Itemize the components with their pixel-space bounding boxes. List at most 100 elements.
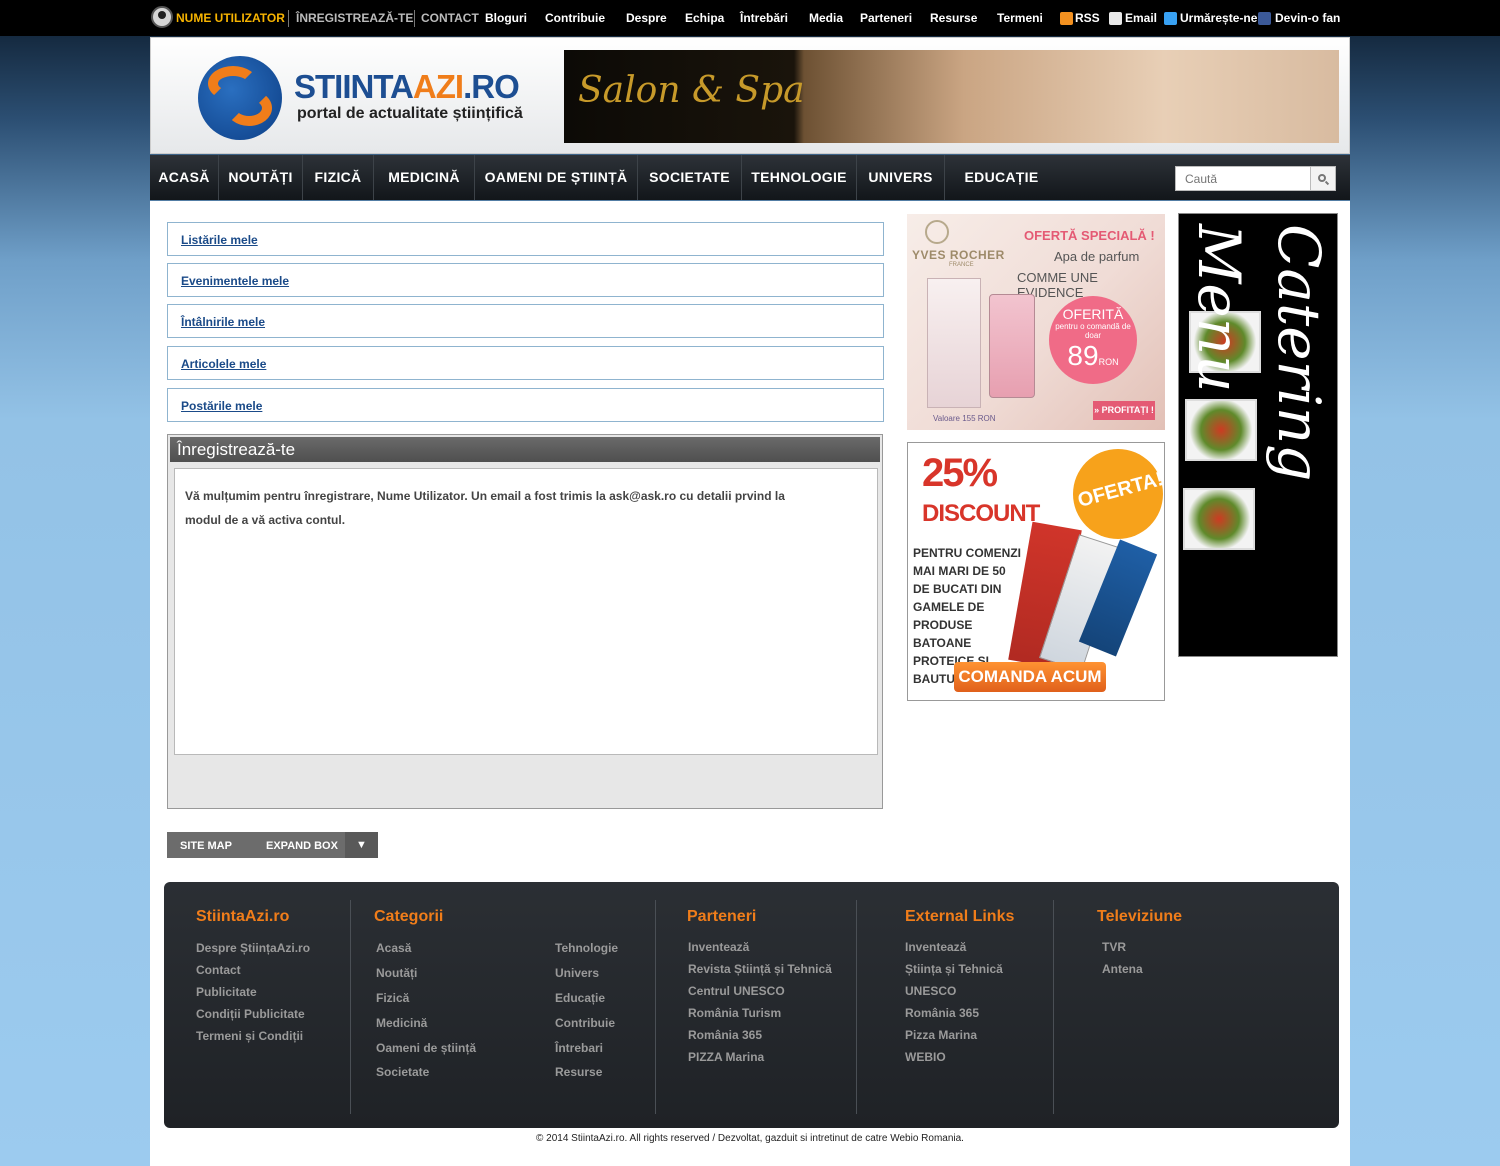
footer-link[interactable]: TVR — [1102, 940, 1126, 954]
top-link-intrebari[interactable]: Întrebări — [740, 11, 788, 25]
site-tagline: portal de actualitate științifică — [297, 105, 523, 122]
register-link[interactable]: ÎNREGISTREAZĂ-TE — [296, 11, 413, 25]
top-link-bloguri[interactable]: Bloguri — [485, 11, 527, 25]
footer-title-parteneri: Parteneri — [687, 908, 757, 925]
my-events-link[interactable]: Evenimentele mele — [181, 274, 289, 288]
search-input[interactable] — [1175, 166, 1311, 191]
footer-link[interactable]: Centrul UNESCO — [688, 984, 785, 998]
site-map-link[interactable]: SITE MAP — [180, 840, 232, 852]
footer-link[interactable]: Fizică — [376, 991, 409, 1005]
footer-link[interactable]: WEBIO — [905, 1050, 946, 1064]
footer-divider — [1053, 900, 1054, 1114]
footer-link[interactable]: PIZZA Marina — [688, 1050, 764, 1064]
footer-link[interactable]: Revista Știință și Tehnică — [688, 962, 832, 976]
my-meetings-box: Întâlnirile mele — [167, 304, 884, 338]
expand-arrow-icon[interactable]: ▼ — [345, 832, 378, 858]
footer-link[interactable]: Contribuie — [555, 1016, 615, 1030]
top-link-despre[interactable]: Despre — [626, 11, 667, 25]
user-avatar-icon[interactable] — [151, 6, 173, 28]
nav-item-univers[interactable]: UNIVERS — [857, 155, 945, 200]
footer-link[interactable]: Acasă — [376, 941, 411, 955]
footer-link[interactable]: Medicină — [376, 1016, 427, 1030]
footer-title-external-links: External Links — [905, 908, 1015, 925]
order-now-button[interactable]: COMANDA ACUM — [954, 662, 1106, 692]
top-link-media[interactable]: Media — [809, 11, 843, 25]
nav-item-oameni-de-stiinta[interactable]: OAMENI DE ȘTIINȚĂ — [475, 155, 638, 200]
nav-item-fizica[interactable]: FIZICĂ — [303, 155, 374, 200]
my-meetings-link[interactable]: Întâlnirile mele — [181, 315, 265, 329]
footer-link[interactable]: Oameni de știință — [376, 1041, 476, 1055]
top-link-echipa[interactable]: Echipa — [685, 11, 724, 25]
email-link[interactable]: Email — [1125, 11, 1157, 25]
top-link-resurse[interactable]: Resurse — [930, 11, 977, 25]
register-panel: Înregistrează-te Vă mulțumim pentru înre… — [167, 434, 883, 809]
divider — [414, 10, 415, 27]
footer-link[interactable]: Contact — [196, 963, 241, 977]
footer-link[interactable]: Antena — [1102, 962, 1143, 976]
copyright-text: © 2014 StiintaAzi.ro. All rights reserve… — [536, 1133, 964, 1144]
rss-link[interactable]: RSS — [1075, 11, 1100, 25]
footer-link[interactable]: Univers — [555, 966, 599, 980]
top-link-parteneri[interactable]: Parteneri — [860, 11, 912, 25]
footer-link[interactable]: UNESCO — [905, 984, 956, 998]
footer-link[interactable]: Noutăți — [376, 966, 417, 980]
follow-link[interactable]: Urmărește-ne — [1180, 11, 1257, 25]
search-button[interactable] — [1311, 166, 1336, 191]
twitter-icon[interactable] — [1164, 12, 1177, 25]
nav-item-medicina[interactable]: MEDICINĂ — [374, 155, 475, 200]
footer-link[interactable]: România 365 — [688, 1028, 762, 1042]
sitemap-bar: SITE MAP EXPAND BOX ▼ — [167, 832, 378, 858]
my-articles-link[interactable]: Articolele mele — [181, 357, 266, 371]
footer-link[interactable]: Publicitate — [196, 985, 257, 999]
footer-title-stiintaazi: StiintaAzi.ro — [196, 908, 290, 925]
logo-globe-icon[interactable] — [198, 56, 282, 140]
footer-link[interactable]: Educație — [555, 991, 605, 1005]
ad-offer-title: OFERTĂ SPECIALĂ ! — [1024, 228, 1155, 243]
my-listings-box: Listările mele — [167, 222, 884, 256]
yves-rocher-ad[interactable]: YVES ROCHER FRANCE OFERTĂ SPECIALĂ ! Apa… — [907, 214, 1165, 430]
footer-link[interactable]: Tehnologie — [555, 941, 618, 955]
nav-item-societate[interactable]: SOCIETATE — [638, 155, 742, 200]
expand-box-link[interactable]: EXPAND BOX — [266, 840, 338, 852]
catering-menu-ad[interactable]: Catering Menu — [1178, 213, 1338, 657]
banner-text: Salon & Spa — [578, 70, 805, 111]
footer-link[interactable]: România Turism — [688, 1006, 781, 1020]
rss-icon[interactable] — [1060, 12, 1073, 25]
nav-item-noutati[interactable]: NOUTĂȚI — [219, 155, 303, 200]
fan-link[interactable]: Devin-o fan — [1275, 11, 1340, 25]
footer-link[interactable]: Condiții Publicitate — [196, 1007, 305, 1021]
footer-link[interactable]: Termeni și Condiții — [196, 1029, 303, 1043]
top-link-termeni[interactable]: Termeni — [997, 11, 1043, 25]
my-articles-box: Articolele mele — [167, 346, 884, 380]
contact-link[interactable]: CONTACT — [421, 11, 479, 25]
ad-profit-button[interactable]: » PROFITAȚI ! — [1093, 401, 1155, 420]
email-icon[interactable] — [1109, 12, 1122, 25]
facebook-icon[interactable] — [1258, 12, 1271, 25]
footer-link[interactable]: Resurse — [555, 1065, 602, 1079]
footer-link[interactable]: Întrebari — [555, 1041, 603, 1055]
my-posts-link[interactable]: Postările mele — [181, 399, 262, 413]
site-header: STIINTAAZI.RO portal de actualitate știi… — [150, 37, 1350, 154]
user-name-link[interactable]: NUME UTILIZATOR — [176, 11, 285, 25]
register-message: Vă mulțumim pentru înregistrare, Nume Ut… — [185, 489, 785, 527]
nav-item-acasa[interactable]: ACASĂ — [150, 155, 219, 200]
my-listings-link[interactable]: Listările mele — [181, 233, 258, 247]
nav-item-tehnologie[interactable]: TEHNOLOGIE — [742, 155, 857, 200]
footer-link[interactable]: Despre ȘtiințaAzi.ro — [196, 941, 310, 955]
footer-link[interactable]: România 365 — [905, 1006, 979, 1020]
ad-value-text: Valoare 155 RON — [933, 414, 996, 423]
top-link-contribuie[interactable]: Contribuie — [545, 11, 605, 25]
ad-brand-sub: FRANCE — [949, 262, 974, 268]
main-nav: ACASĂ NOUTĂȚI FIZICĂ MEDICINĂ OAMENI DE … — [150, 155, 1350, 200]
discount-ad[interactable]: OFERTA! 25% DISCOUNT PENTRU COMENZI MAI … — [907, 442, 1165, 701]
footer-link[interactable]: Inventează — [688, 940, 749, 954]
site-logo-title[interactable]: STIINTAAZI.RO — [294, 68, 520, 106]
footer-title-categorii: Categorii — [374, 908, 444, 925]
footer-link[interactable]: Inventează — [905, 940, 966, 954]
footer-divider — [350, 900, 351, 1114]
salon-spa-banner-ad[interactable]: Salon & Spa — [564, 50, 1339, 143]
footer-link[interactable]: Știința și Tehnică — [905, 962, 1003, 976]
footer-link[interactable]: Pizza Marina — [905, 1028, 977, 1042]
nav-item-educatie[interactable]: EDUCAȚIE — [945, 155, 1058, 200]
footer-link[interactable]: Societate — [376, 1065, 429, 1079]
